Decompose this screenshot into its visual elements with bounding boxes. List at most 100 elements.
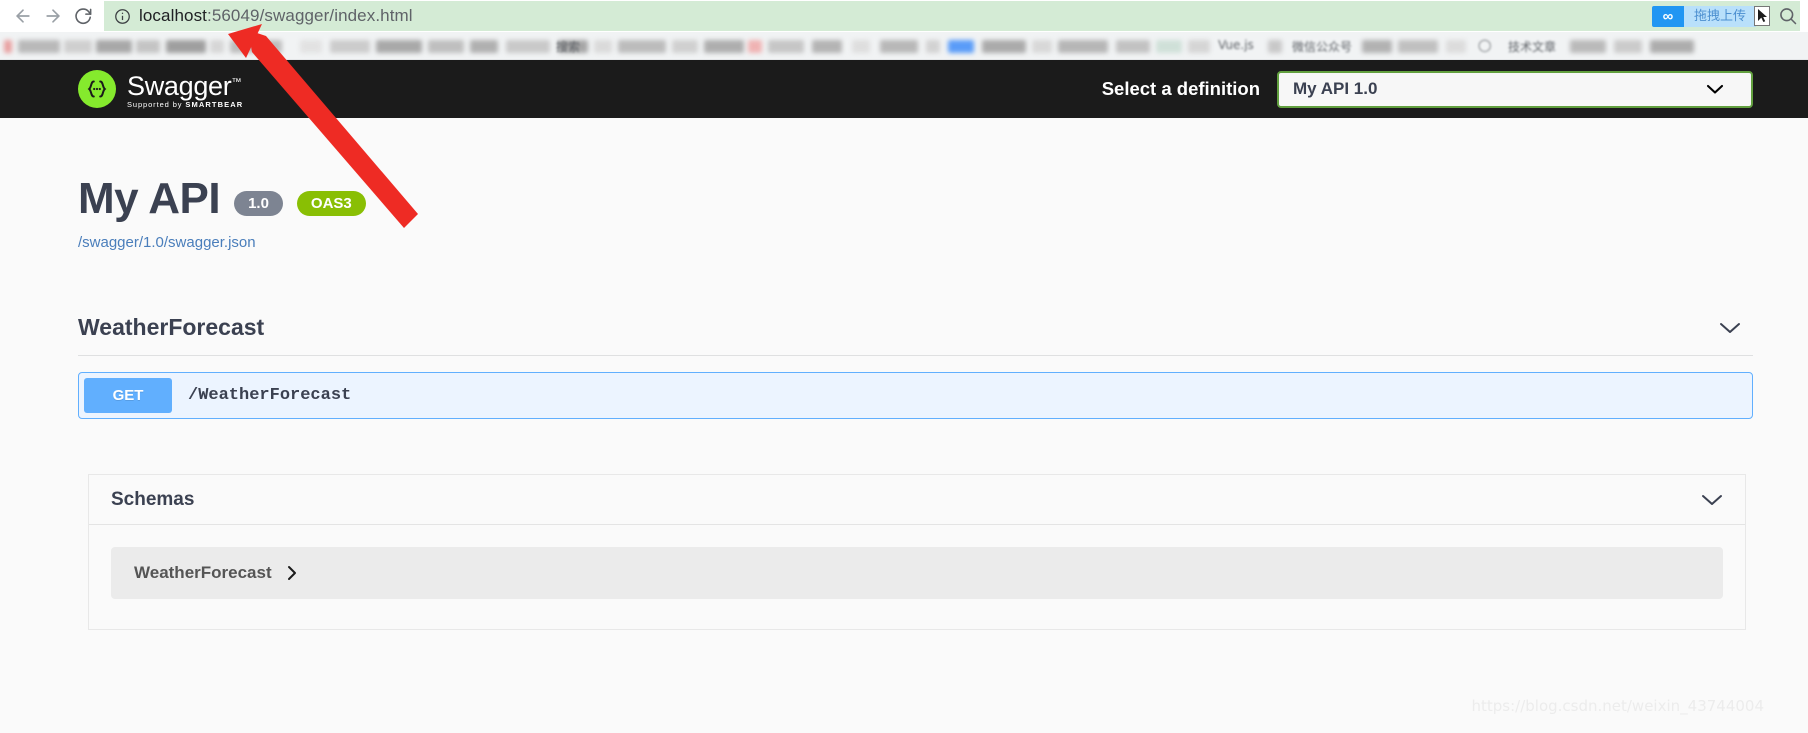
url-path: :56049/swagger/index.html	[207, 6, 413, 25]
bookmark-item[interactable]	[1446, 40, 1466, 53]
schema-name: WeatherForecast	[134, 563, 272, 582]
version-badge: 1.0	[234, 190, 283, 216]
bookmark-item[interactable]	[948, 40, 974, 53]
bookmark-item[interactable]	[1116, 40, 1150, 53]
bookmark-item[interactable]	[1268, 40, 1282, 53]
bookmark-item[interactable]	[594, 40, 612, 53]
bookmark-item[interactable]	[1058, 40, 1108, 53]
schemas-section: Schemas WeatherForecast	[88, 474, 1746, 630]
operation-path: /WeatherForecast	[188, 386, 352, 405]
bookmark-item[interactable]	[982, 40, 1026, 53]
bookmark-item[interactable]	[64, 40, 92, 53]
bookmark-item[interactable]	[748, 40, 762, 53]
tag-name: WeatherForecast	[78, 314, 265, 340]
bookmark-item[interactable]	[1156, 40, 1182, 53]
url-text: localhost:56049/swagger/index.html	[139, 6, 413, 26]
swagger-wordmark: Swagger™	[127, 70, 243, 99]
upload-extension-label: 拖拽上传	[1683, 5, 1756, 27]
chevron-right-icon[interactable]	[286, 565, 298, 581]
bookmark-item[interactable]	[166, 40, 206, 53]
info-circle-icon[interactable]	[114, 8, 131, 25]
bookmark-label: ◯	[1478, 38, 1492, 52]
bookmark-item[interactable]	[768, 40, 804, 53]
bookmark-item[interactable]	[470, 40, 498, 53]
bookmark-item[interactable]	[618, 40, 666, 53]
definition-selector-group: Select a definition My API 1.0	[1101, 70, 1753, 108]
tag-header[interactable]: WeatherForecast	[78, 314, 1753, 356]
address-bar[interactable]: localhost:56049/swagger/index.html	[104, 1, 1800, 31]
swagger-brace-icon	[78, 70, 116, 108]
bookmark-item[interactable]	[812, 40, 842, 53]
api-title-row: My API 1.0 OAS3	[78, 176, 1808, 222]
trademark-mark: ™	[231, 76, 242, 88]
swagger-wordmark-text: Swagger	[127, 70, 232, 101]
spec-url-link[interactable]: /swagger/1.0/swagger.json	[78, 234, 256, 251]
bookmark-item[interactable]	[1570, 40, 1606, 53]
bookmark-item[interactable]	[880, 40, 918, 53]
url-host: localhost	[139, 6, 207, 25]
upload-extension-button[interactable]: ∞ 拖拽上传	[1651, 5, 1756, 27]
bookmark-item[interactable]	[330, 40, 370, 53]
schema-item-weatherforecast[interactable]: WeatherForecast	[111, 547, 1723, 599]
bookmark-item[interactable]	[926, 40, 940, 53]
swagger-logo-link[interactable]: Swagger™ Supported by SMARTBEAR	[78, 70, 243, 109]
chevron-down-icon[interactable]	[1701, 493, 1723, 507]
bookmark-item[interactable]	[1398, 40, 1438, 53]
bookmark-item[interactable]	[4, 40, 12, 53]
bookmark-label: 微信公众号	[1292, 40, 1353, 54]
http-method-badge: GET	[84, 378, 172, 413]
schemas-header[interactable]: Schemas	[89, 475, 1745, 525]
oas-badge: OAS3	[296, 190, 366, 216]
bookmark-item[interactable]	[672, 40, 698, 53]
bookmark-item[interactable]	[704, 40, 744, 53]
bookmark-item[interactable]	[300, 40, 322, 53]
forward-button[interactable]	[38, 1, 68, 31]
omnibox-actions: ∞ 拖拽上传	[1651, 0, 1802, 32]
bookmark-item[interactable]	[1032, 40, 1052, 53]
schemas-body: WeatherForecast	[89, 525, 1745, 629]
bookmark-item[interactable]	[1362, 40, 1392, 53]
api-info-block: My API 1.0 OAS3 /swagger/1.0/swagger.jso…	[0, 118, 1808, 252]
bookmarks-bar[interactable]: 搜索 Vue.js 微信公众号 ◯ 技术文章	[0, 32, 1808, 60]
tagline-prefix: Supported by	[127, 99, 183, 109]
page-title: My API	[78, 174, 221, 223]
bookmark-item[interactable]	[852, 40, 870, 53]
bookmark-item[interactable]	[210, 40, 224, 53]
bookmark-item[interactable]	[136, 40, 160, 53]
swagger-topbar: Swagger™ Supported by SMARTBEAR Select a…	[0, 60, 1808, 118]
swagger-ui-body: My API 1.0 OAS3 /swagger/1.0/swagger.jso…	[0, 118, 1808, 733]
reload-icon	[74, 7, 91, 24]
arrow-right-icon	[46, 9, 60, 23]
bookmark-label: 搜索	[556, 40, 581, 54]
definition-select-value: My API 1.0	[1293, 79, 1378, 98]
chevron-down-icon[interactable]	[1719, 321, 1753, 335]
definition-select[interactable]: My API 1.0	[1277, 70, 1753, 108]
bookmark-item[interactable]	[1188, 40, 1210, 53]
bookmark-item[interactable]	[230, 40, 282, 53]
bookmark-item[interactable]	[18, 40, 60, 53]
bookmark-item[interactable]	[1614, 40, 1642, 53]
mouse-cursor-icon	[1754, 6, 1770, 26]
magnifier-icon[interactable]	[1774, 6, 1802, 26]
bookmark-label: Vue.js	[1218, 38, 1254, 52]
browser-chrome: localhost:56049/swagger/index.html ∞ 拖拽上…	[0, 0, 1808, 60]
bookmark-item[interactable]	[96, 40, 132, 53]
bookmark-item[interactable]	[1650, 40, 1694, 53]
bookmark-item[interactable]	[376, 40, 422, 53]
select-definition-label: Select a definition	[1101, 78, 1260, 99]
tag-section-weatherforecast: WeatherForecast GET /WeatherForecast	[78, 314, 1753, 419]
infinity-icon: ∞	[1662, 7, 1674, 25]
watermark-text: https://blog.csdn.net/weixin_43744004	[1471, 697, 1764, 715]
schemas-title: Schemas	[111, 488, 195, 510]
operation-block-get-weatherforecast[interactable]: GET /WeatherForecast	[78, 372, 1753, 419]
swagger-tagline: Supported by SMARTBEAR	[127, 100, 243, 109]
tagline-brand: SMARTBEAR	[185, 99, 244, 109]
bookmark-item[interactable]	[506, 40, 550, 53]
chevron-down-icon	[1706, 83, 1724, 95]
bookmark-item[interactable]	[428, 40, 464, 53]
bookmark-label: 技术文章	[1508, 40, 1557, 54]
reload-button[interactable]	[68, 1, 98, 31]
arrow-left-icon	[16, 9, 30, 23]
back-button[interactable]	[8, 1, 38, 31]
omnibox-row: localhost:56049/swagger/index.html ∞ 拖拽上…	[0, 0, 1808, 32]
